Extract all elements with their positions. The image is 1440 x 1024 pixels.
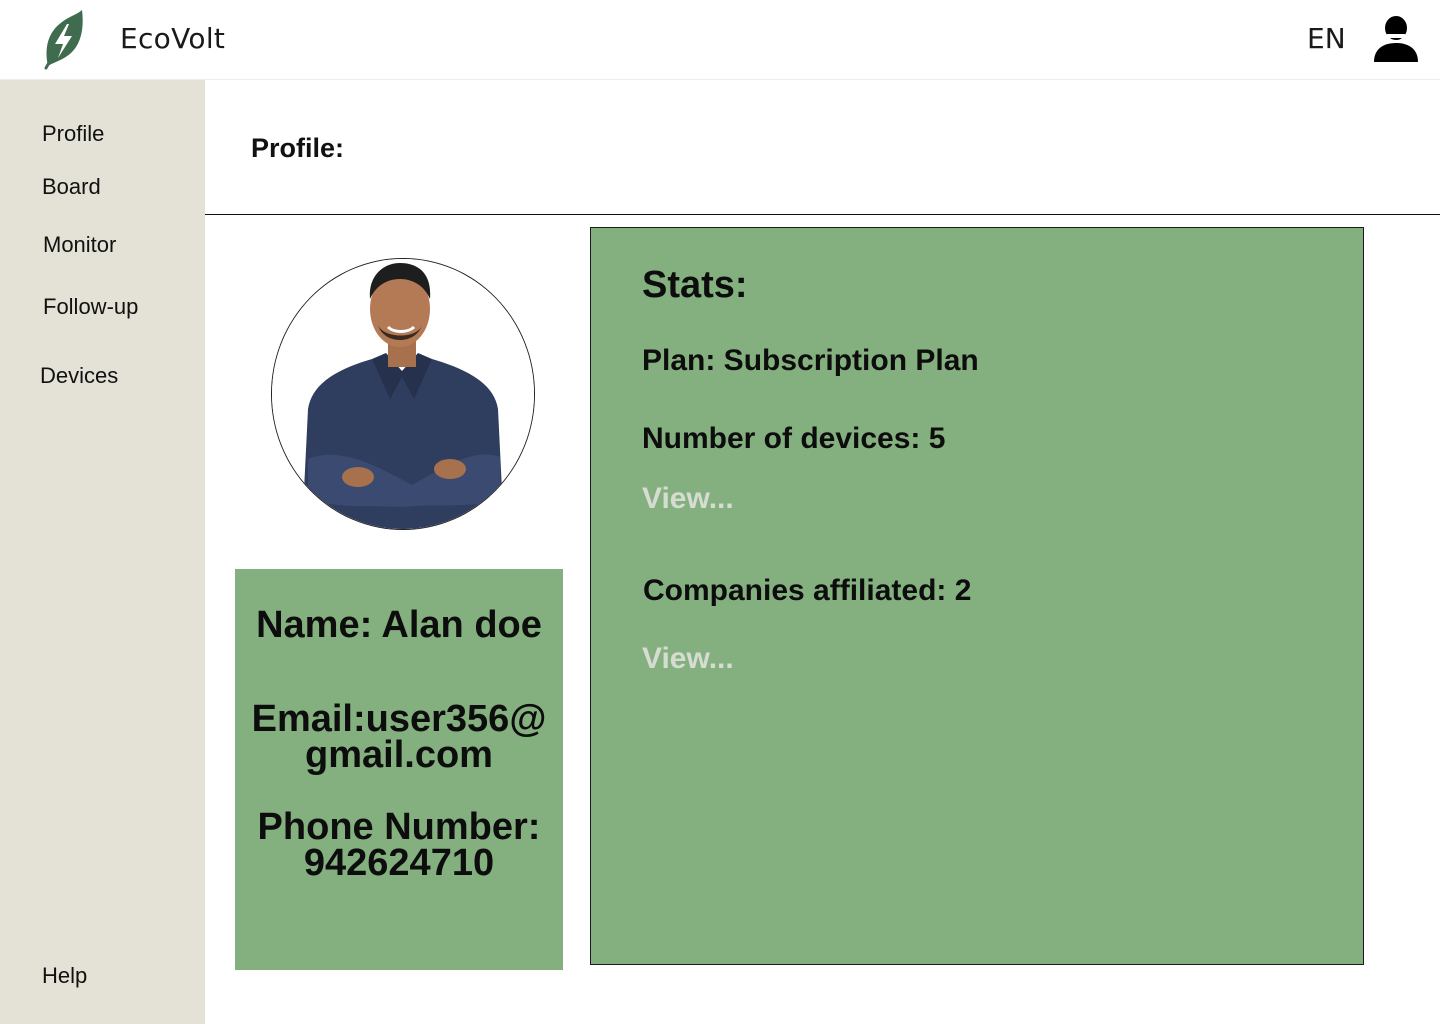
brand-name: EcoVolt — [120, 22, 226, 55]
profile-email: Email:user356@ gmail.com — [235, 698, 563, 776]
sidebar-item-profile[interactable]: Profile — [42, 121, 104, 147]
sidebar-item-monitor[interactable]: Monitor — [43, 232, 116, 258]
stat-devices: Number of devices: 5 — [642, 422, 946, 455]
stat-plan: Plan: Subscription Plan — [642, 344, 979, 377]
profile-photo-icon — [272, 259, 534, 529]
view-companies-link[interactable]: View... — [642, 642, 734, 676]
page-title: Profile: — [251, 133, 345, 163]
profile-photo — [271, 258, 535, 530]
sidebar-item-follow-up[interactable]: Follow-up — [43, 294, 138, 320]
header-divider — [205, 214, 1440, 215]
leaf-bolt-logo-icon[interactable] — [38, 8, 86, 70]
profile-name: Name: Alan doe — [256, 604, 542, 646]
profile-email-line2: gmail.com — [305, 734, 493, 776]
user-icon[interactable] — [1372, 14, 1420, 64]
sidebar-item-help[interactable]: Help — [42, 963, 87, 989]
language-selector[interactable]: EN — [1307, 22, 1346, 55]
profile-email-line1: Email:user356@ — [251, 698, 547, 740]
profile-info-card: Name: Alan doe Email:user356@ gmail.com … — [235, 569, 563, 970]
stats-card: Stats: Plan: Subscription Plan Number of… — [590, 227, 1364, 965]
top-header: EcoVolt EN — [0, 0, 1440, 80]
sidebar-item-board[interactable]: Board — [42, 174, 101, 200]
view-devices-link[interactable]: View... — [642, 482, 734, 516]
stats-title: Stats: — [642, 264, 748, 306]
profile-phone: Phone Number: 942624710 — [235, 806, 563, 884]
stat-companies: Companies affiliated: 2 — [643, 574, 972, 607]
sidebar-item-devices[interactable]: Devices — [40, 363, 118, 389]
profile-phone-value: 942624710 — [303, 842, 495, 884]
profile-phone-label: Phone Number: — [257, 806, 541, 848]
sidebar: Profile Board Monitor Follow-up Devices … — [0, 80, 205, 1024]
